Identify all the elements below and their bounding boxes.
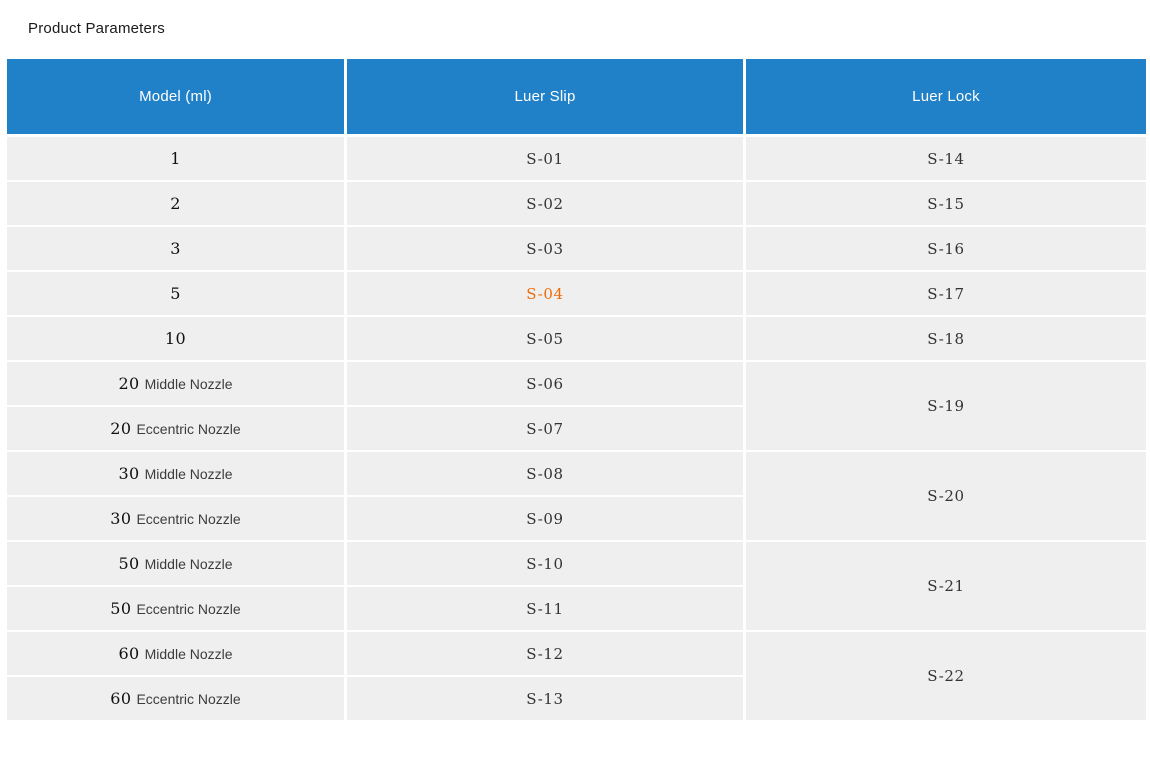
model-cell: 50 Eccentric Nozzle [7,587,347,632]
model-number: 30 [118,463,140,483]
table-header: Model (ml) Luer Slip Luer Lock [7,59,1146,137]
table-row: 10 S-05 S-18 [7,317,1146,362]
luer-slip-cell: S-05 [347,317,746,362]
luer-slip-cell: S-08 [347,452,746,497]
luer-slip-cell: S-01 [347,137,746,182]
model-label: Eccentric Nozzle [136,600,241,617]
model-label: Middle Nozzle [144,555,233,572]
table-row: 60 Middle Nozzle S-12 S-22 [7,632,1146,722]
luer-lock-cell: S-18 [746,317,1146,362]
model-number: 50 [118,553,140,573]
model-number: 10 [164,328,187,348]
model-number: 30 [110,508,132,528]
luer-lock-cell: S-20 [746,452,1146,542]
model-cell: 30 Middle Nozzle [7,452,347,497]
model-cell: 60 Middle Nozzle [7,632,347,677]
luer-lock-cell: S-15 [746,182,1146,227]
luer-slip-cell: S-07 [347,407,746,452]
model-number: 1 [170,148,181,168]
luer-lock-cell: S-14 [746,137,1146,182]
luer-slip-cell: S-02 [347,182,746,227]
luer-lock-cell: S-21 [746,542,1146,632]
model-number: 50 [110,598,132,618]
model-number: 60 [118,643,140,663]
model-cell: 5 [7,272,347,317]
table-row: 1 S-01 S-14 [7,137,1146,182]
model-cell: 10 [7,317,347,362]
model-number: 20 [110,418,132,438]
table-row: 20 Middle Nozzle S-06 S-19 [7,362,1146,452]
product-parameters-page: Product Parameters Model (ml) Luer Slip … [0,0,1150,760]
model-number: 5 [170,283,181,303]
luer-slip-cell: S-03 [347,227,746,272]
luer-slip-cell: S-06 [347,362,746,407]
model-number: 60 [110,688,132,708]
model-cell: 60 Eccentric Nozzle [7,677,347,722]
model-number: 2 [170,193,181,213]
model-label: Eccentric Nozzle [136,510,241,527]
model-number: 3 [170,238,181,258]
table-row: 3 S-03 S-16 [7,227,1146,272]
model-cell: 20 Eccentric Nozzle [7,407,347,452]
luer-slip-cell: S-09 [347,497,746,542]
model-number: 20 [118,373,140,393]
model-label: Middle Nozzle [144,465,233,482]
model-label: Eccentric Nozzle [136,690,241,707]
luer-slip-cell: S-12 [347,632,746,677]
column-header-luer-lock: Luer Lock [746,59,1146,137]
luer-slip-cell: S-10 [347,542,746,587]
luer-lock-cell: S-22 [746,632,1146,722]
header-row: Model (ml) Luer Slip Luer Lock [7,59,1146,137]
model-cell: 50 Middle Nozzle [7,542,347,587]
luer-slip-cell: S-11 [347,587,746,632]
model-label: Eccentric Nozzle [136,420,241,437]
model-cell: 1 [7,137,347,182]
luer-lock-cell: S-19 [746,362,1146,452]
luer-lock-cell: S-16 [746,227,1146,272]
model-cell: 20 Middle Nozzle [7,362,347,407]
luer-lock-cell: S-17 [746,272,1146,317]
model-cell: 30 Eccentric Nozzle [7,497,347,542]
luer-slip-cell: S-04 [347,272,746,317]
page-title: Product Parameters [28,20,165,37]
table-body: 1 S-01 S-14 2 S-02 S-15 3 S-03 S-16 5 S-04 S-17 10 S-… [7,137,1146,722]
table-row: 5 S-04 S-17 [7,272,1146,317]
column-header-model: Model (ml) [7,59,347,137]
model-cell: 2 [7,182,347,227]
table-row: 2 S-02 S-15 [7,182,1146,227]
luer-slip-cell: S-13 [347,677,746,722]
table-row: 30 Middle Nozzle S-08 S-20 [7,452,1146,542]
model-label: Middle Nozzle [144,645,233,662]
model-label: Middle Nozzle [144,375,233,392]
table-row: 50 Middle Nozzle S-10 S-21 [7,542,1146,632]
product-parameters-table: Model (ml) Luer Slip Luer Lock 1 S-01 S-14… [7,59,1146,722]
model-cell: 3 [7,227,347,272]
column-header-luer-slip: Luer Slip [347,59,746,137]
